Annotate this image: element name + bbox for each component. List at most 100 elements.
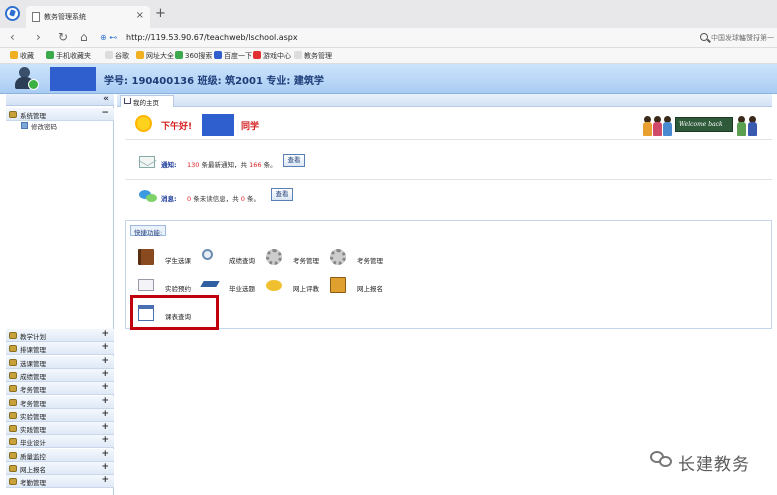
expand-toggle-icon[interactable]: +: [101, 422, 109, 432]
bookmark-item[interactable]: 收藏: [10, 51, 34, 61]
quick-function-label: 网上评教: [293, 285, 319, 293]
url-text[interactable]: http://119.53.90.67/teachweb/lschool.asp…: [126, 33, 298, 42]
notice-label: 通知:: [161, 161, 177, 169]
tab-label: 我的主页: [133, 99, 159, 107]
sidebar-group[interactable]: 质量监控 +: [6, 448, 114, 462]
browser-tab-bar: 教务管理系统 × +: [0, 0, 777, 28]
bookmark-item[interactable]: 360搜索: [175, 51, 212, 61]
welcome-board: Welcome back: [675, 117, 733, 132]
browser-search-input[interactable]: 中国发球韩赞打第一: [693, 30, 777, 46]
envelope-icon: [139, 156, 155, 168]
expand-toggle-icon[interactable]: +: [101, 475, 109, 485]
expand-toggle-icon[interactable]: +: [101, 369, 109, 379]
sidebar-group-label: 考务管理: [20, 386, 46, 395]
watermark-text: 长建教务: [678, 455, 750, 475]
bookmark-icon: [46, 51, 54, 59]
expand-toggle-icon[interactable]: +: [101, 409, 109, 419]
bookmark-item[interactable]: 谷歌: [105, 51, 129, 61]
sidebar-group[interactable]: 选课管理 +: [6, 355, 114, 369]
main-content: 我的主页 下午好! 同学 Welcome back 通知: 130 条最新通知，…: [117, 94, 777, 495]
sidebar-group[interactable]: 网上报名 +: [6, 462, 114, 475]
folder-icon: [9, 411, 17, 419]
folder-icon: [9, 111, 17, 118]
sidebar-group[interactable]: 考务管理 +: [6, 382, 114, 396]
quick-function-label: 考务管理: [293, 257, 319, 265]
bookmark-item[interactable]: 百度一下: [214, 51, 252, 61]
folder-icon: [9, 358, 17, 366]
expand-toggle-icon[interactable]: +: [101, 329, 109, 339]
view-notices-button[interactable]: 查看: [283, 154, 305, 167]
folder-icon: [9, 371, 17, 379]
sidebar-group[interactable]: 毕业设计 +: [6, 435, 114, 449]
new-tab-button[interactable]: +: [155, 6, 166, 21]
quick-function-label: 学生选课: [165, 257, 191, 265]
bookmark-item[interactable]: 教务管理: [294, 51, 332, 61]
sidebar-group-label: 教学计划: [20, 333, 46, 341]
back-button[interactable]: ‹: [10, 30, 15, 44]
sidebar-group-label: 网上报名: [20, 466, 46, 474]
sun-icon: [137, 117, 150, 130]
sidebar-group[interactable]: 教学计划 +: [6, 329, 114, 342]
bookmark-icon: [105, 51, 113, 59]
expand-toggle-icon[interactable]: +: [101, 342, 109, 352]
folder-icon: [9, 345, 17, 353]
sidebar-group[interactable]: 成绩管理 +: [6, 368, 114, 382]
expand-toggle-icon[interactable]: +: [101, 435, 109, 445]
sidebar-group-label: 系统管理: [20, 112, 46, 120]
expand-toggle-icon[interactable]: +: [101, 462, 109, 472]
chat-icon: [266, 280, 282, 291]
reload-button[interactable]: ↻: [58, 30, 68, 44]
message-text: 0 条未读信息，共 0 条。: [187, 195, 261, 203]
forward-button[interactable]: ›: [36, 30, 41, 44]
sidebar-group[interactable]: 考务管理 +: [6, 395, 114, 409]
expand-toggle-icon[interactable]: +: [101, 382, 109, 392]
notebook-icon: [330, 277, 346, 293]
bookmark-icon: [294, 51, 302, 59]
collapse-sidebar-button[interactable]: «: [103, 94, 109, 104]
home-button[interactable]: ⌂: [80, 30, 88, 44]
notice-row: 通知: 130 条最新通知，共 166 条。 查看: [125, 146, 772, 180]
quick-functions-header: 快捷功能:: [130, 225, 166, 237]
redacted-name: [50, 67, 96, 91]
view-messages-button[interactable]: 查看: [271, 188, 293, 201]
welcome-text: Welcome back: [679, 121, 723, 128]
sidebar-group[interactable]: 实践管理 +: [6, 422, 114, 436]
sidebar-group-label: 毕业设计: [20, 439, 46, 448]
sidebar-group-label: 实验管理: [20, 412, 46, 421]
greeting-row: 下午好! 同学 Welcome back: [125, 108, 772, 140]
bookmark-label: 谷歌: [115, 52, 129, 60]
folder-icon: [9, 478, 17, 486]
quick-function-label: 考务管理: [357, 257, 383, 265]
tab-close-icon[interactable]: ×: [136, 10, 144, 21]
tab-title: 教务管理系统: [44, 13, 86, 21]
gear-icon: [266, 249, 282, 265]
browser-tab[interactable]: 教务管理系统 ×: [26, 6, 150, 28]
sidebar-group[interactable]: 排课管理 +: [6, 342, 114, 356]
graduation-cap-icon: [200, 281, 220, 287]
sidebar-group[interactable]: 实验管理 +: [6, 408, 114, 422]
bookmark-item[interactable]: 手机收藏夹: [46, 51, 91, 61]
main-tab-bar: 我的主页: [117, 94, 772, 107]
quick-function-label: 网上报名: [357, 285, 383, 293]
bookmark-item[interactable]: 网址大全: [136, 51, 174, 61]
student-info: 学号: 190400136 班级: 筑2001 专业: 建筑学: [104, 76, 324, 87]
sidebar-group[interactable]: 考勤管理 +: [6, 475, 114, 489]
expand-toggle-icon[interactable]: +: [101, 449, 109, 459]
bookmark-item[interactable]: 游戏中心: [253, 51, 291, 61]
sidebar-item-change-password[interactable]: 修改密码: [6, 120, 114, 132]
browser-logo-icon[interactable]: [5, 6, 20, 21]
expand-toggle-icon[interactable]: +: [101, 396, 109, 406]
expand-toggle-icon[interactable]: +: [101, 356, 109, 366]
url-input[interactable]: ⊕ ⊷ http://119.53.90.67/teachweb/lschool…: [100, 30, 760, 46]
message-label: 消息:: [161, 195, 177, 203]
expand-toggle-icon[interactable]: −: [101, 108, 109, 118]
folder-icon: [9, 385, 17, 393]
magnifier-icon: [202, 249, 213, 260]
sidebar-group-label: 选课管理: [20, 359, 46, 368]
document-icon: [21, 122, 28, 129]
search-icon: [700, 33, 708, 41]
sidebar-group-label: 成绩管理: [20, 372, 46, 381]
sidebar-group-label: 质量监控: [20, 452, 46, 461]
bookmark-label: 360搜索: [185, 52, 213, 60]
tab-home[interactable]: 我的主页: [120, 95, 174, 107]
